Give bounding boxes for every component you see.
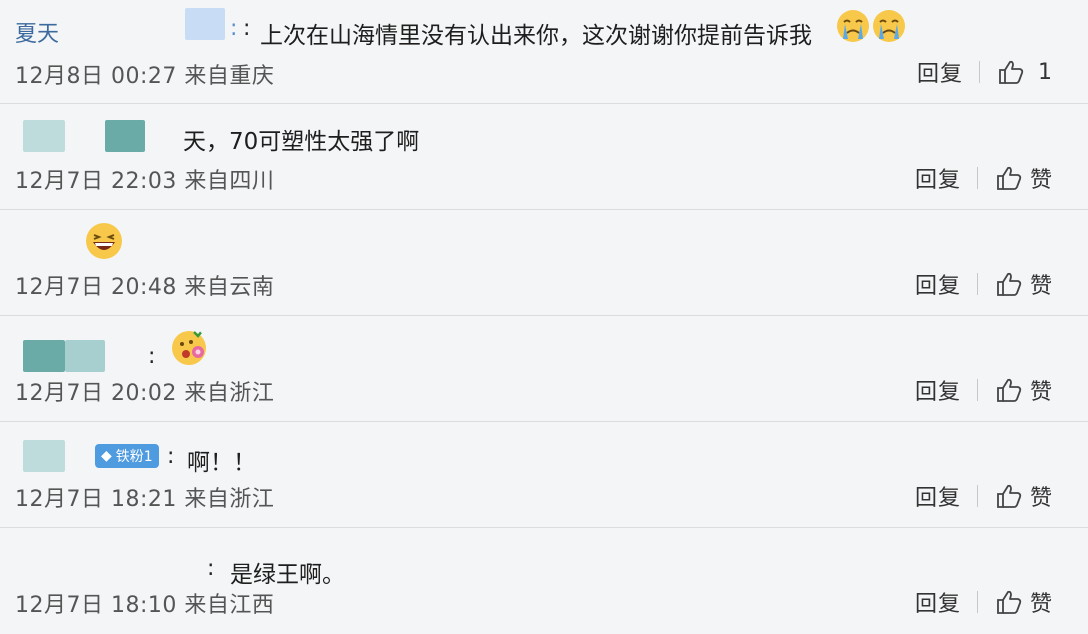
flower-face-emoji-icon [172,330,206,365]
blurred-username [185,8,225,40]
comment-actions: 回复 赞 [915,374,1052,406]
comment-item: ◆ 铁粉1 : 啊！！ 12月7日 18:21 来自浙江 回复 赞 [0,422,1088,528]
like-button[interactable]: 赞 [1030,480,1052,512]
comment-text: 天，70可塑性太强了啊 [183,129,420,155]
comment-colon: : [230,16,238,41]
comment-text: 是绿王啊。 [230,562,345,588]
comment-item: : 12月7日 20:02 来自浙江 回复 赞 [0,316,1088,422]
comment-text: 啊！！ [187,450,256,476]
reply-button[interactable]: 回复 [915,162,961,194]
comment-actions: 回复 赞 [915,162,1052,194]
reply-button[interactable]: 回复 [917,56,963,88]
like-button[interactable]: 赞 [1030,162,1052,194]
comment-timestamp: 12月7日 20:48 来自云南 [15,275,275,300]
thumbs-up-icon[interactable] [996,271,1022,297]
thumbs-up-icon[interactable] [996,589,1022,615]
comment-timestamp: 12月7日 22:03 来自四川 [15,169,275,194]
fan-badge: ◆ 铁粉1 [95,444,159,468]
blurred-avatar [23,120,65,152]
comment-timestamp: 12月8日 00:27 来自重庆 [15,64,275,89]
comment-colon: : [207,556,215,581]
comment-item: 夏天 : : 上次在山海情里没有认出来你，这次谢谢你提前告诉我 12月8日 00… [0,0,1088,104]
comment-colon: : [148,344,156,369]
reply-button[interactable]: 回复 [915,586,961,618]
comment-actions: 回复 赞 [915,480,1052,512]
comment-colon: : [167,444,175,469]
comment-actions: 回复 1 [917,56,1052,88]
comment-username[interactable]: 夏天 [15,16,59,48]
comment-timestamp: 12月7日 18:10 来自江西 [15,593,275,618]
blurred-username [105,120,145,152]
blurred-username [65,340,105,372]
fan-badge-label: 铁粉1 [115,449,153,465]
comment-actions: 回复 赞 [915,586,1052,618]
action-divider [976,379,978,401]
action-divider [976,273,978,295]
comment-colon: : [243,16,251,41]
thumbs-up-icon[interactable] [996,377,1022,403]
comment-item: 天，70可塑性太强了啊 12月7日 22:03 来自四川 回复 赞 [0,104,1088,210]
comment-timestamp: 12月7日 20:02 来自浙江 [15,381,275,406]
thumbs-up-icon[interactable] [998,59,1024,85]
like-count[interactable]: 1 [1038,60,1052,85]
crying-face-emoji-icon [873,10,905,42]
action-divider [976,167,978,189]
action-divider [979,61,980,83]
blurred-avatar [23,340,65,372]
laughing-face-emoji-icon [86,223,122,259]
blurred-avatar [23,440,65,472]
thumbs-up-icon[interactable] [996,165,1022,191]
reply-button[interactable]: 回复 [915,480,961,512]
reply-button[interactable]: 回复 [915,374,961,406]
like-button[interactable]: 赞 [1030,586,1052,618]
crying-face-emoji-icon [837,10,869,42]
comment-actions: 回复 赞 [915,268,1052,300]
thumbs-up-icon[interactable] [996,483,1022,509]
reply-button[interactable]: 回复 [915,268,961,300]
comment-timestamp: 12月7日 18:21 来自浙江 [15,487,275,512]
comment-item: : 是绿王啊。 12月7日 18:10 来自江西 回复 赞 [0,528,1088,634]
like-button[interactable]: 赞 [1030,268,1052,300]
action-divider [976,591,978,613]
diamond-icon: ◆ [101,448,112,464]
action-divider [976,485,978,507]
comment-item: 12月7日 20:48 来自云南 回复 赞 [0,210,1088,316]
like-button[interactable]: 赞 [1030,374,1052,406]
comment-text: 上次在山海情里没有认出来你，这次谢谢你提前告诉我 [260,23,812,49]
